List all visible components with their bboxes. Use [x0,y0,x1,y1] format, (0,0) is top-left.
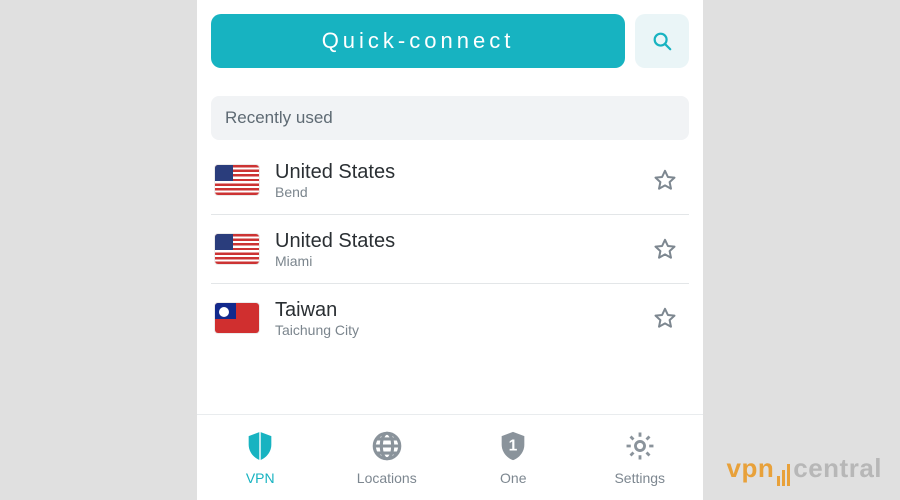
recent-list: United States Bend United States Miami T… [211,146,689,414]
nav-label: VPN [246,470,275,486]
recently-used-header: Recently used [211,96,689,140]
header-row: Quick-connect [197,0,703,68]
star-icon [653,237,677,261]
shield-icon [243,429,277,466]
nav-item-locations[interactable]: Locations [324,415,451,500]
country-label: United States [275,230,645,253]
recent-row[interactable]: United States Bend [211,146,689,215]
nav-label: Locations [357,470,417,486]
row-texts: Taiwan Taichung City [275,299,645,338]
watermark-left: vpn [727,453,775,483]
badge-1-icon: 1 [496,429,530,466]
svg-text:1: 1 [509,437,518,454]
search-button[interactable] [635,14,689,68]
bottom-nav: VPN Locations 1 One Settings [197,414,703,500]
search-icon [651,30,673,52]
nav-item-vpn[interactable]: VPN [197,415,324,500]
star-icon [653,306,677,330]
nav-label: Settings [614,470,665,486]
favorite-button[interactable] [645,229,685,269]
recent-row[interactable]: Taiwan Taichung City [211,284,689,352]
favorite-button[interactable] [645,160,685,200]
nav-item-one[interactable]: 1 One [450,415,577,500]
country-label: Taiwan [275,299,645,322]
flag-icon [215,234,259,264]
row-texts: United States Bend [275,161,645,200]
nav-item-settings[interactable]: Settings [577,415,704,500]
signal-bars-icon [776,455,791,486]
city-label: Taichung City [275,322,645,338]
flag-icon [215,303,259,333]
recently-used-label: Recently used [225,108,333,127]
favorite-button[interactable] [645,298,685,338]
recent-row[interactable]: United States Miami [211,215,689,284]
country-label: United States [275,161,645,184]
globe-icon [370,429,404,466]
app-screen: Quick-connect Recently used United State… [197,0,703,500]
quick-connect-button[interactable]: Quick-connect [211,14,625,68]
watermark-right: central [793,453,882,483]
nav-label: One [500,470,526,486]
city-label: Miami [275,253,645,269]
city-label: Bend [275,184,645,200]
quick-connect-label: Quick-connect [322,28,515,54]
row-texts: United States Miami [275,230,645,269]
watermark: vpn central [727,453,883,486]
star-icon [653,168,677,192]
flag-icon [215,165,259,195]
gear-icon [623,429,657,466]
